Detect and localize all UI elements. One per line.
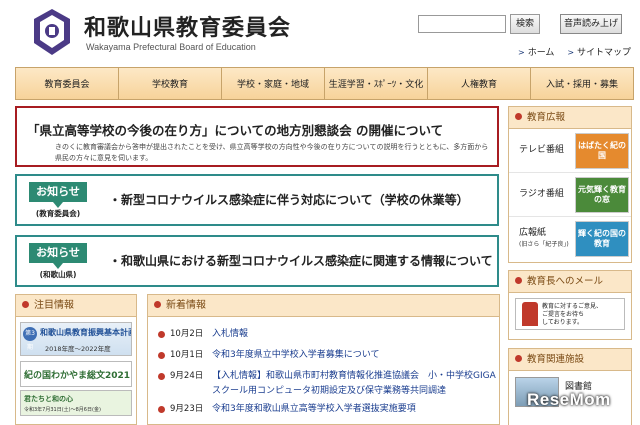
search-button[interactable]: 検索	[510, 14, 540, 34]
sitemap-link[interactable]: サイトマップ	[577, 48, 631, 58]
main-nav: 教育委員会 学校教育 学校・家庭・地域 生涯学習・ｽﾎﾟｰﾂ・文化 人権教育 入…	[15, 67, 634, 100]
focus-heading: 注目情報	[16, 295, 136, 317]
pr-row-newsletter[interactable]: 広報紙 (旧さら「紀子良」) 輝く紀の国の教育	[509, 217, 631, 261]
pr-label: ラジオ番組	[519, 189, 564, 199]
education-plan-banner[interactable]: 第3期 和歌山県教育振興基本計画 2018年度～2022年度	[20, 322, 132, 356]
focus-info-panel: 注目情報 第3期 和歌山県教育振興基本計画 2018年度～2022年度 紀の国わ…	[15, 294, 137, 425]
news-link[interactable]: 令和3年度県立中学校入学者募集について	[212, 348, 497, 363]
site-title[interactable]: 和歌山県教育委員会	[84, 10, 291, 42]
newsletter-banner[interactable]: 輝く紀の国の教育	[575, 221, 629, 257]
bullet-icon	[515, 113, 522, 120]
notice-badge: お知らせ	[29, 182, 87, 208]
mail-text: 教育に対するご意見、 ご提言をお待ち しております。	[542, 303, 603, 326]
news-date: 10月1日	[170, 350, 204, 360]
news-heading: 新着情報	[148, 295, 499, 317]
notice-text[interactable]: ・新型コロナウイルス感染症に伴う対応について（学校の休業等）	[109, 191, 469, 208]
news-item: 9月23日 令和3年度和歌山県立高等学校入学者選抜実施要項	[158, 402, 499, 420]
announcement-body: きのくに教育審議会から答申が提出されたことを受け、県立高等学校の方向性や今後の在…	[55, 143, 489, 162]
notice-covid-prefecture[interactable]: お知らせ (和歌山県) ・和歌山県における新型コロナウイルス感染症に関連する情報…	[15, 235, 499, 287]
nav-item-human-rights[interactable]: 人権教育	[428, 68, 531, 99]
superintendent-mail-panel: 教育長へのメール 教育に対するご意見、 ご提言をお待ち しております。	[508, 270, 632, 340]
news-link[interactable]: 令和3年度和歌山県立高等学校入学者選抜実施要項	[212, 402, 497, 417]
news-date: 9月24日	[170, 371, 204, 381]
sobun-slogan-banner[interactable]: 君たちと和の心 令和3年7月31日(土)～8月6日(金)	[20, 390, 132, 416]
nav-item-school-family-community[interactable]: 学校・家庭・地域	[222, 68, 325, 99]
bullet-icon	[515, 355, 522, 362]
nav-item-board[interactable]: 教育委員会	[16, 68, 119, 99]
nav-item-school-education[interactable]: 学校教育	[119, 68, 222, 99]
banner-title: 君たちと和の心	[24, 395, 73, 403]
banner-title: 紀の国わかやま総文2021	[24, 371, 131, 381]
announcement-banner[interactable]: 「県立高等学校の今後の在り方」についての地方別懇談会 の開催について きのくに教…	[15, 106, 499, 167]
nav-item-lifelong-learning[interactable]: 生涯学習・ｽﾎﾟｰﾂ・文化	[325, 68, 428, 99]
bullet-icon	[158, 331, 165, 338]
bullet-icon	[515, 277, 522, 284]
pr-row-tv[interactable]: テレビ番組 はばたく紀の国	[509, 129, 631, 173]
mail-banner[interactable]: 教育に対するご意見、 ご提言をお待ち しております。	[515, 298, 625, 330]
banner-subtitle: 2018年度～2022年度	[45, 345, 111, 353]
prefecture-crest-logo[interactable]	[30, 7, 74, 57]
resemom-watermark: ReseMom	[527, 390, 611, 409]
bullet-icon	[154, 301, 161, 308]
phase-badge: 第3期	[23, 327, 37, 351]
notice-source: (和歌山県)	[39, 270, 77, 279]
notice-source: (教育委員会)	[35, 209, 81, 218]
chevron-right-icon: >	[518, 48, 525, 57]
search-input[interactable]	[418, 15, 506, 33]
news-date: 9月23日	[170, 404, 204, 414]
mailbox-icon	[522, 302, 538, 326]
home-link[interactable]: ホーム	[528, 48, 555, 58]
notice-text[interactable]: ・和歌山県における新型コロナウイルス感染症に関連する情報について	[109, 252, 493, 269]
banner-title: 和歌山県教育振興基本計画	[40, 328, 132, 337]
bullet-icon	[158, 352, 165, 359]
pr-label: 広報紙	[519, 228, 547, 238]
sobun-2021-banner[interactable]: 紀の国わかやま総文2021	[20, 361, 132, 387]
news-item: 10月2日 入札情報	[158, 327, 499, 345]
nav-item-exams-recruitment[interactable]: 入試・採用・募集	[531, 68, 633, 99]
bullet-icon	[22, 301, 29, 308]
top-links: > ホーム > サイトマップ	[518, 45, 640, 58]
news-date: 10月2日	[170, 329, 204, 339]
site-subtitle: Wakayama Prefectural Board of Education	[86, 42, 256, 52]
notice-badge: お知らせ	[29, 243, 87, 269]
banner-dates: 令和3年7月31日(土)～8月6日(金)	[24, 407, 101, 413]
education-pr-panel: 教育広報 テレビ番組 はばたく紀の国 ラジオ番組 元気輝く教育の窓 広報紙 (旧…	[508, 106, 632, 263]
pr-label: テレビ番組	[519, 145, 565, 155]
bullet-icon	[158, 406, 165, 413]
education-pr-heading: 教育広報	[509, 107, 631, 129]
news-item: 9月24日 【入札情報】和歌山県市町村教育情報化推進協議会 小・中学校GIGAス…	[158, 369, 499, 399]
pr-sublabel: (旧さら「紀子良」)	[519, 241, 569, 248]
pr-row-radio[interactable]: ラジオ番組 元気輝く教育の窓	[509, 173, 631, 217]
news-link[interactable]: 【入札情報】和歌山県市町村教育情報化推進協議会 小・中学校GIGAスクール用コン…	[212, 369, 497, 399]
radio-program-banner[interactable]: 元気輝く教育の窓	[575, 177, 629, 213]
facilities-heading: 教育関連施設	[509, 349, 631, 371]
voice-readout-button[interactable]: 音声読み上げ	[560, 14, 622, 34]
site-header: 和歌山県教育委員会 Wakayama Prefectural Board of …	[0, 0, 640, 66]
chevron-right-icon: >	[567, 48, 575, 57]
news-item: 10月1日 令和3年度県立中学校入学者募集について	[158, 348, 499, 366]
facilities-panel: 教育関連施設 図書館	[508, 348, 632, 425]
news-panel: 新着情報 10月2日 入札情報 10月1日 令和3年度県立中学校入学者募集につい…	[147, 294, 500, 425]
mail-heading: 教育長へのメール	[509, 271, 631, 293]
news-list: 10月2日 入札情報 10月1日 令和3年度県立中学校入学者募集について 9月2…	[148, 317, 499, 420]
news-link[interactable]: 入札情報	[212, 327, 497, 342]
announcement-title[interactable]: 「県立高等学校の今後の在り方」についての地方別懇談会 の開催について	[27, 120, 443, 139]
notice-covid-board[interactable]: お知らせ (教育委員会) ・新型コロナウイルス感染症に伴う対応について（学校の休…	[15, 174, 499, 226]
tv-program-banner[interactable]: はばたく紀の国	[575, 133, 629, 169]
bullet-icon	[158, 373, 165, 380]
